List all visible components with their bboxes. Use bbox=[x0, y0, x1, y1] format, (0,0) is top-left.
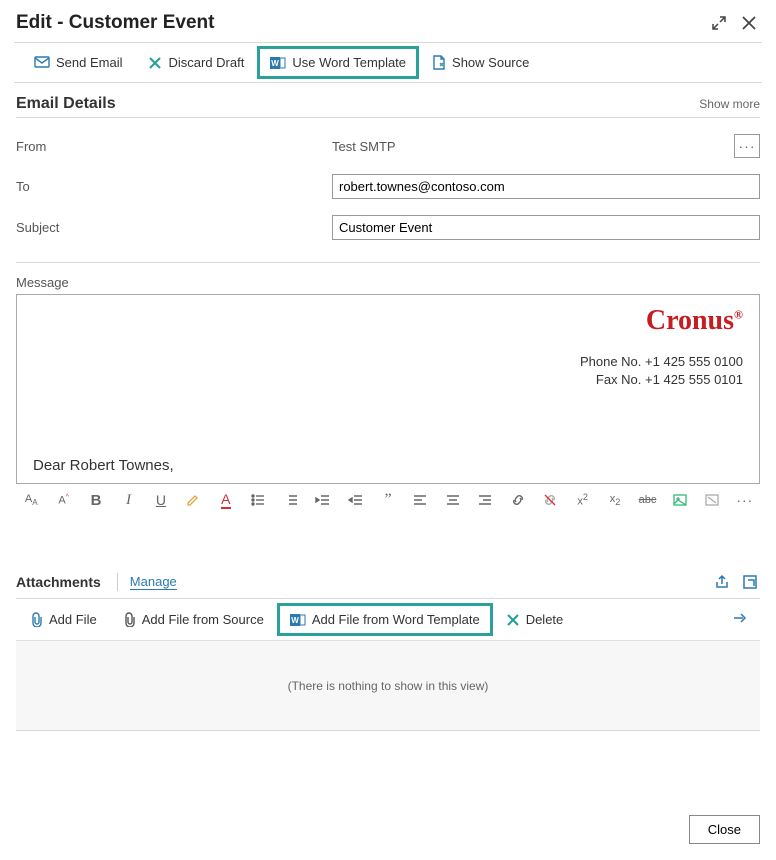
subject-row: Subject bbox=[16, 215, 760, 240]
brand-name: Cronus bbox=[646, 305, 734, 336]
attachments-empty-view: (There is nothing to show in this view) bbox=[16, 641, 760, 731]
header-divider bbox=[117, 573, 118, 591]
send-email-button[interactable]: Send Email bbox=[24, 49, 132, 76]
brand-symbol: ® bbox=[734, 308, 743, 322]
close-button[interactable]: Close bbox=[689, 815, 760, 844]
image-icon[interactable] bbox=[671, 490, 689, 510]
subject-label: Subject bbox=[16, 220, 332, 235]
attachments-heading: Attachments bbox=[16, 574, 101, 590]
brand-logo: Cronus® bbox=[580, 305, 743, 337]
align-center-icon[interactable] bbox=[444, 490, 462, 510]
salutation-text: Dear Robert Townes, bbox=[33, 389, 743, 474]
popout-icon[interactable] bbox=[740, 572, 760, 592]
svg-text:W: W bbox=[272, 59, 280, 68]
dialog-footer: Close bbox=[689, 815, 760, 844]
email-details-heading: Email Details bbox=[16, 95, 699, 113]
action-toolbar: Send Email Discard Draft W Use Word Temp… bbox=[14, 42, 762, 83]
svg-text:W: W bbox=[291, 616, 299, 625]
subject-input[interactable] bbox=[332, 215, 760, 240]
use-word-template-button[interactable]: W Use Word Template bbox=[260, 49, 416, 76]
rich-text-toolbar: AA A^ B I U A ” x2 x2 abc ··· bbox=[16, 484, 760, 516]
bold-icon[interactable]: B bbox=[87, 490, 105, 510]
phone-value: +1 425 555 0100 bbox=[645, 354, 743, 369]
word-attachment-icon: W bbox=[290, 613, 306, 627]
add-file-from-source-label: Add File from Source bbox=[142, 612, 264, 627]
delete-icon bbox=[506, 613, 520, 627]
unordered-list-icon[interactable] bbox=[249, 490, 267, 510]
brand-contact: Phone No. +1 425 555 0100 Fax No. +1 425… bbox=[580, 353, 743, 389]
attachments-header: Attachments Manage bbox=[16, 572, 760, 599]
to-input[interactable] bbox=[332, 174, 760, 199]
quote-icon[interactable]: ” bbox=[379, 490, 397, 510]
message-editor[interactable]: Cronus® Phone No. +1 425 555 0100 Fax No… bbox=[16, 294, 760, 484]
expand-icon[interactable] bbox=[708, 12, 730, 34]
attachment-icon bbox=[30, 612, 43, 627]
discard-draft-button[interactable]: Discard Draft bbox=[138, 49, 254, 76]
italic-icon[interactable]: I bbox=[119, 490, 137, 510]
strikethrough-icon[interactable]: abc bbox=[638, 490, 656, 510]
attachment-source-icon bbox=[123, 612, 136, 627]
to-row: To bbox=[16, 174, 760, 199]
from-value: Test SMTP bbox=[332, 139, 396, 154]
clear-format-icon[interactable] bbox=[703, 490, 721, 510]
fax-value: +1 425 555 0101 bbox=[645, 372, 743, 387]
highlight-icon[interactable] bbox=[184, 490, 202, 510]
email-details-section: Email Details Show more From Test SMTP ·… bbox=[0, 83, 776, 240]
message-section: Message Cronus® Phone No. +1 425 555 010… bbox=[0, 263, 776, 516]
more-options-icon[interactable]: ··· bbox=[736, 490, 754, 510]
pin-icon[interactable] bbox=[724, 605, 756, 634]
outdent-icon[interactable] bbox=[314, 490, 332, 510]
unlink-icon[interactable] bbox=[541, 490, 559, 510]
increase-font-icon[interactable]: AA bbox=[22, 490, 40, 510]
subscript-icon[interactable]: x2 bbox=[606, 490, 624, 510]
manage-link[interactable]: Manage bbox=[130, 574, 177, 590]
delete-attachment-button[interactable]: Delete bbox=[496, 606, 574, 633]
from-lookup-button[interactable]: ··· bbox=[734, 134, 760, 158]
link-icon[interactable] bbox=[509, 490, 527, 510]
use-word-template-label: Use Word Template bbox=[292, 55, 406, 70]
phone-label: Phone No. bbox=[580, 354, 641, 369]
brand-block: Cronus® Phone No. +1 425 555 0100 Fax No… bbox=[580, 305, 743, 389]
dialog-header: Edit - Customer Event bbox=[0, 0, 776, 42]
mail-send-icon bbox=[34, 56, 50, 70]
align-right-icon[interactable] bbox=[476, 490, 494, 510]
attachments-empty-text: (There is nothing to show in this view) bbox=[288, 679, 489, 693]
close-icon[interactable] bbox=[738, 12, 760, 34]
discard-draft-label: Discard Draft bbox=[168, 55, 244, 70]
add-file-from-word-template-label: Add File from Word Template bbox=[312, 612, 480, 627]
delete-attachment-label: Delete bbox=[526, 612, 564, 627]
font-color-icon[interactable]: A bbox=[217, 490, 235, 510]
superscript-icon[interactable]: x2 bbox=[573, 490, 591, 510]
decrease-font-icon[interactable]: A^ bbox=[54, 490, 72, 510]
fax-label: Fax No. bbox=[596, 372, 642, 387]
show-more-link[interactable]: Show more bbox=[699, 97, 760, 111]
show-source-icon bbox=[432, 55, 446, 70]
show-source-label: Show Source bbox=[452, 55, 529, 70]
underline-icon[interactable]: U bbox=[152, 490, 170, 510]
add-file-label: Add File bbox=[49, 612, 97, 627]
align-left-icon[interactable] bbox=[411, 490, 429, 510]
from-label: From bbox=[16, 139, 332, 154]
email-details-header: Email Details Show more bbox=[16, 95, 760, 118]
ordered-list-icon[interactable] bbox=[282, 490, 300, 510]
attachments-section: Attachments Manage Add File Add File fro… bbox=[0, 556, 776, 731]
discard-icon bbox=[148, 56, 162, 70]
attachments-toolbar: Add File Add File from Source W Add File… bbox=[16, 599, 760, 641]
add-file-from-source-button[interactable]: Add File from Source bbox=[113, 606, 274, 633]
word-template-icon: W bbox=[270, 56, 286, 70]
show-source-button[interactable]: Show Source bbox=[422, 49, 539, 76]
to-label: To bbox=[16, 179, 332, 194]
indent-icon[interactable] bbox=[346, 490, 364, 510]
dialog-title: Edit - Customer Event bbox=[16, 12, 700, 34]
add-file-from-word-template-button[interactable]: W Add File from Word Template bbox=[280, 606, 490, 633]
share-icon[interactable] bbox=[712, 572, 732, 592]
send-email-label: Send Email bbox=[56, 55, 122, 70]
from-row: From Test SMTP ··· bbox=[16, 134, 760, 158]
message-label: Message bbox=[16, 275, 760, 290]
add-file-button[interactable]: Add File bbox=[20, 606, 107, 633]
